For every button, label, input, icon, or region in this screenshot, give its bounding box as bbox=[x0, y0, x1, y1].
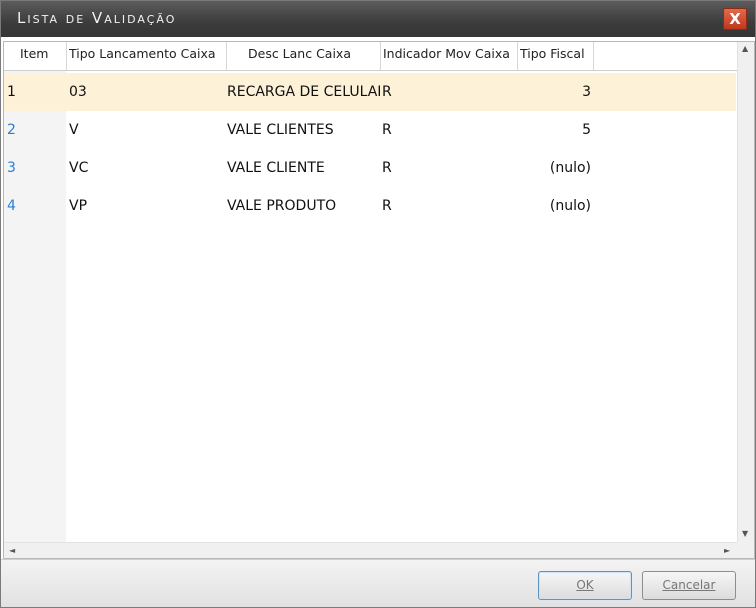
tipo-fiscal-cell: 3 bbox=[582, 84, 591, 100]
column-header-indicador-mov[interactable]: Indicador Mov Caixa bbox=[383, 42, 517, 70]
column-divider[interactable] bbox=[226, 42, 227, 70]
table-row[interactable]: 4 VP VALE PRODUTO R (nulo) bbox=[4, 187, 736, 225]
scroll-down-arrow-icon[interactable]: ▼ bbox=[742, 529, 748, 539]
horizontal-scrollbar[interactable]: ◄ ► bbox=[4, 542, 737, 558]
desc-lanc-cell: RECARGA DE CELULAR bbox=[227, 84, 380, 100]
ok-button[interactable]: OK bbox=[538, 571, 632, 600]
column-header-item[interactable]: Item bbox=[20, 42, 60, 70]
table-row[interactable]: 1 03 RECARGA DE CELULAR R 3 bbox=[4, 73, 736, 111]
data-grid: Item Tipo Lancamento Caixa Desc Lanc Cai… bbox=[3, 41, 755, 559]
scroll-left-arrow-icon[interactable]: ◄ bbox=[9, 546, 15, 556]
close-button[interactable]: X bbox=[723, 8, 747, 30]
dialog-footer: OK Cancelar bbox=[1, 559, 755, 607]
tipo-lancamento-cell: VP bbox=[69, 198, 88, 214]
desc-lanc-cell: VALE CLIENTE bbox=[227, 160, 325, 176]
cancel-button[interactable]: Cancelar bbox=[642, 571, 736, 600]
item-number[interactable]: 1 bbox=[7, 73, 57, 111]
item-number[interactable]: 4 bbox=[7, 187, 57, 225]
desc-lanc-cell: VALE CLIENTES bbox=[227, 122, 334, 138]
indicador-mov-cell: R bbox=[382, 84, 392, 100]
tipo-fiscal-cell: 5 bbox=[582, 122, 591, 138]
scroll-right-arrow-icon[interactable]: ► bbox=[724, 546, 730, 556]
indicador-mov-cell: R bbox=[382, 160, 392, 176]
table-row[interactable]: 2 V VALE CLIENTES R 5 bbox=[4, 111, 736, 149]
grid-header: Item Tipo Lancamento Caixa Desc Lanc Cai… bbox=[4, 42, 754, 71]
vertical-scrollbar[interactable]: ▲ ▼ bbox=[737, 42, 754, 542]
scrollbar-corner bbox=[737, 542, 754, 558]
column-header-tipo-lancamento[interactable]: Tipo Lancamento Caixa bbox=[69, 42, 225, 70]
tipo-lancamento-cell: VC bbox=[69, 160, 89, 176]
dialog-title: Lista de Validação bbox=[17, 9, 177, 27]
indicador-mov-cell: R bbox=[382, 198, 392, 214]
tipo-fiscal-cell: (nulo) bbox=[549, 160, 591, 176]
column-divider[interactable] bbox=[517, 42, 518, 70]
validation-list-dialog: Lista de Validação X Item Tipo Lancament… bbox=[0, 0, 756, 608]
column-header-desc-lanc[interactable]: Desc Lanc Caixa bbox=[248, 42, 378, 70]
title-bar: Lista de Validação X bbox=[1, 1, 755, 37]
scroll-up-arrow-icon[interactable]: ▲ bbox=[742, 44, 748, 54]
desc-lanc-cell: VALE PRODUTO bbox=[227, 198, 337, 214]
tipo-lancamento-cell: V bbox=[69, 122, 79, 138]
column-divider[interactable] bbox=[380, 42, 381, 70]
table-row[interactable]: 3 VC VALE CLIENTE R (nulo) bbox=[4, 149, 736, 187]
tipo-lancamento-cell: 03 bbox=[69, 84, 87, 100]
item-number[interactable]: 2 bbox=[7, 111, 57, 149]
column-divider[interactable] bbox=[593, 42, 594, 70]
tipo-fiscal-cell: (nulo) bbox=[549, 198, 591, 214]
indicador-mov-cell: R bbox=[382, 122, 392, 138]
column-header-tipo-fiscal[interactable]: Tipo Fiscal bbox=[520, 42, 592, 70]
column-divider[interactable] bbox=[66, 42, 67, 70]
item-number[interactable]: 3 bbox=[7, 149, 57, 187]
